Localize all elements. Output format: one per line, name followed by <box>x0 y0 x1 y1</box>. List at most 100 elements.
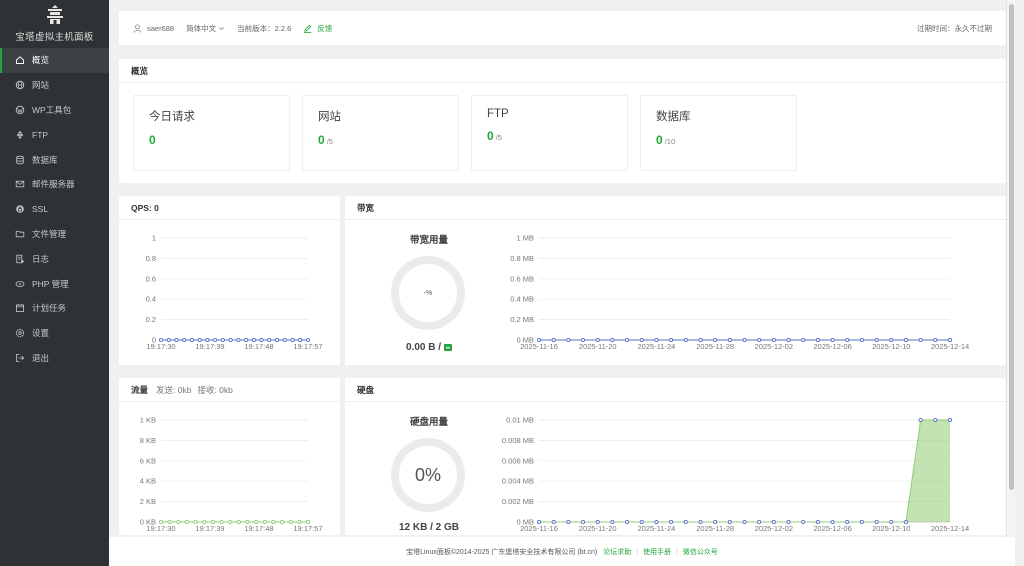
data-point <box>625 337 630 343</box>
data-point <box>193 519 198 525</box>
sidebar-item-wordpress[interactable]: WP工具包 <box>0 98 109 123</box>
sidebar-item-logout[interactable]: 退出 <box>0 346 109 371</box>
stat-label: 网站 <box>318 111 341 123</box>
data-point <box>275 337 280 343</box>
data-point <box>236 519 241 525</box>
x-tick-label: 2025-11-20 <box>579 342 617 351</box>
data-point <box>801 337 806 343</box>
x-tick-label: 19:17:39 <box>195 342 224 351</box>
area-fill <box>539 420 950 522</box>
data-point <box>669 519 674 525</box>
version-info: 当前版本： 2.2.6 <box>237 23 291 34</box>
data-point <box>197 337 202 343</box>
sidebar-item-database[interactable]: 数据库 <box>0 147 109 172</box>
data-point <box>757 519 762 525</box>
data-point <box>580 337 586 343</box>
manual-link[interactable]: 使用手册 <box>643 547 671 557</box>
traffic-chart: 0 KB2 KB4 KB6 KB8 KB1 KB19:17:30 19:17:39… <box>140 416 323 534</box>
x-tick-label: 2025-12-10 <box>872 342 910 351</box>
data-point <box>267 337 272 343</box>
data-point <box>683 337 688 343</box>
stat-websites[interactable]: 网站 0/5 <box>302 95 459 171</box>
forum-link[interactable]: 论坛求助 <box>603 547 631 557</box>
data-point <box>727 337 732 343</box>
y-tick-label: 0.8 MB <box>510 254 534 263</box>
data-point <box>639 337 644 343</box>
sidebar-item-label: 计划任务 <box>32 303 67 314</box>
scrollbar[interactable] <box>1006 0 1015 566</box>
log-icon <box>14 253 26 265</box>
wordpress-icon <box>14 104 26 116</box>
data-point <box>786 337 791 343</box>
y-tick-label: 0.8 <box>146 254 156 263</box>
data-point <box>683 519 688 525</box>
data-point <box>874 519 879 525</box>
sidebar-item-globe[interactable]: 网站 <box>0 73 109 98</box>
sidebar-item-mail[interactable]: 邮件服务器 <box>0 172 109 197</box>
globe-icon <box>14 79 26 91</box>
sidebar-item-folder[interactable]: 文件管理 <box>0 222 109 247</box>
data-point <box>219 519 224 525</box>
chevron-down-icon <box>219 26 225 30</box>
data-point <box>698 519 703 525</box>
y-tick-label: 2 KB <box>140 497 156 506</box>
x-tick-label: 19:17:48 <box>244 342 273 351</box>
sidebar-item-log[interactable]: 日志 <box>0 246 109 271</box>
divider: | <box>676 548 678 555</box>
data-point <box>551 519 556 525</box>
data-point <box>610 519 615 525</box>
data-point <box>262 519 267 525</box>
y-tick-label: 0.4 <box>146 295 156 304</box>
copyright: 宝塔Linux面板©2014-2025 广东堡塔安全技术有限公司 (bt.cn) <box>406 548 598 556</box>
stat-requests[interactable]: 今日请求 0 <box>133 95 290 171</box>
data-point <box>205 337 210 343</box>
sidebar: 宝塔虚拟主机面板 概览 网站 WP工具包 FTP 数据库 邮件服务器 SSL 文件管理日志 PH… <box>0 0 109 566</box>
user-info[interactable]: saer688 <box>133 24 174 33</box>
data-point <box>889 519 894 525</box>
calendar-icon <box>14 302 26 314</box>
sidebar-item-ftp[interactable]: FTP <box>0 122 109 147</box>
sidebar-item-ssl[interactable]: SSL <box>0 197 109 222</box>
scrollbar-thumb[interactable] <box>1009 4 1014 490</box>
x-tick-label: 2025-12-14 <box>931 342 969 351</box>
series-line <box>539 419 950 523</box>
footer: 宝塔Linux面板©2014-2025 广东堡塔安全技术有限公司 (bt.cn)… <box>109 537 1015 566</box>
data-point <box>290 337 295 343</box>
stat-ftp[interactable]: FTP 0/5 <box>471 95 628 171</box>
y-tick-label: 0.6 MB <box>510 274 534 283</box>
x-tick-label: 2025-11-16 <box>520 342 558 351</box>
data-point <box>771 337 776 343</box>
data-point <box>727 519 732 525</box>
data-point <box>184 519 189 525</box>
bandwidth-chart: 0 MB0.2 MB0.4 MB0.6 MB0.8 MB1 MB2025-11-… <box>510 234 969 352</box>
sidebar-item-label: 文件管理 <box>32 228 67 239</box>
y-tick-label: 0.004 MB <box>502 477 534 486</box>
wechat-link[interactable]: 微信公众号 <box>683 547 718 557</box>
data-point <box>845 337 850 343</box>
y-tick-label: 1 <box>152 234 156 243</box>
x-tick-label: 19:17:30 <box>146 342 175 351</box>
data-point <box>259 337 264 343</box>
y-tick-label: 0.2 MB <box>510 315 534 324</box>
feedback-link[interactable]: 反馈 <box>303 23 332 34</box>
sidebar-item-calendar[interactable]: 计划任务 <box>0 296 109 321</box>
y-tick-label: 0.6 <box>146 274 156 283</box>
top-info-bar: saer688 简体中文 当前版本： 2.2.6 反馈 过期时间：永久不过期 <box>119 11 1006 45</box>
stat-databases[interactable]: 数据库 0/10 <box>640 95 797 171</box>
sidebar-item-gear[interactable]: 设置 <box>0 321 109 346</box>
brand-name: 宝塔虚拟主机面板 <box>15 32 94 43</box>
data-point <box>158 519 164 525</box>
stat-value: 0 <box>487 129 494 143</box>
sidebar-item-home[interactable]: 概览 <box>0 48 109 73</box>
sidebar-item-php[interactable]: PHP 管理 <box>0 271 109 296</box>
data-point <box>536 519 542 525</box>
x-tick-label: 2025-11-20 <box>579 524 617 533</box>
php-icon <box>14 278 26 290</box>
qps-card: QPS: 0 0 0.2 0.4 0.6 0.8 1 19:17:30 19:17:39 19:… <box>119 196 340 365</box>
data-point <box>189 337 194 343</box>
language-select[interactable]: 简体中文 <box>186 23 225 34</box>
data-point <box>610 337 615 343</box>
data-point <box>698 337 703 343</box>
data-point <box>801 519 806 525</box>
y-tick-label: 0.008 MB <box>502 436 534 445</box>
